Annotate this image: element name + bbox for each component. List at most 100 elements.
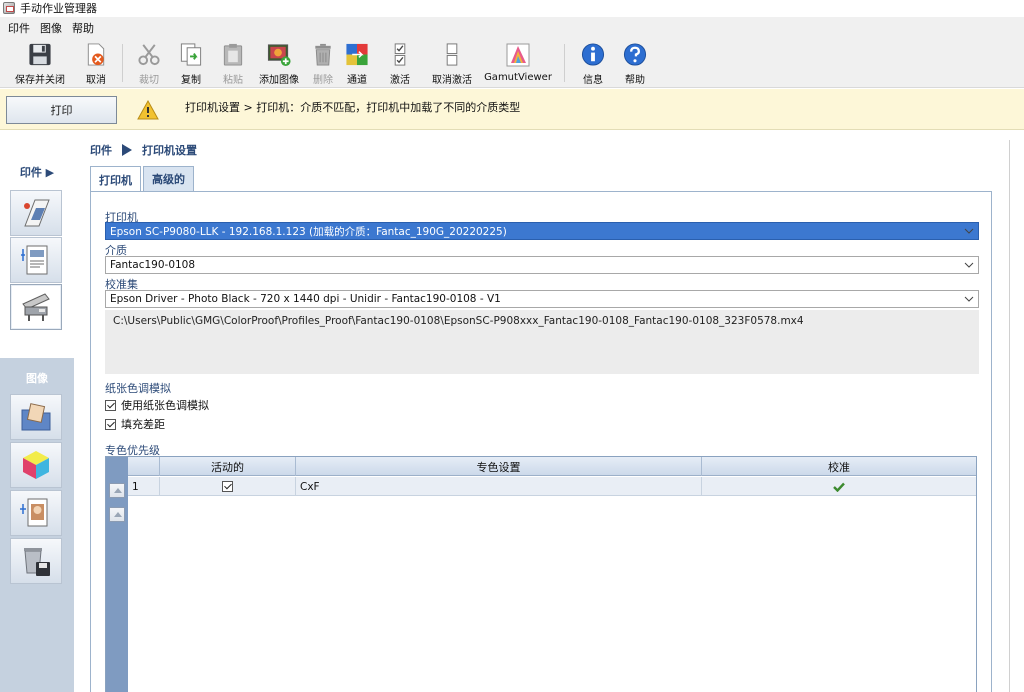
table-row[interactable]: 1 CxF (128, 477, 976, 496)
alert-bar: 打印 打印机设置 > 打印机：介质不匹配，打印机中加载了不同的介质类型 (0, 89, 1024, 130)
copy-icon (180, 43, 202, 66)
nav-section-image: 图像 (0, 358, 74, 692)
nav-printer-settings[interactable] (10, 284, 62, 330)
menu-image[interactable]: 图像 (35, 20, 67, 36)
floppy-disk-icon (29, 43, 51, 66)
nav-section-print: 印件 ▶ (0, 140, 74, 338)
toolbar: 保存并关闭 取消 裁切 复制 粘贴 添加图像 删除 通道 激活 取消激活 Gam… (0, 38, 1024, 88)
checkbox-unchecked-icon (446, 43, 458, 66)
move-up-secondary-button[interactable] (109, 507, 125, 522)
grid-header-spot-settings[interactable]: 专色设置 (296, 457, 702, 476)
move-up-button[interactable] (109, 483, 125, 498)
grid-row-gutter (106, 457, 128, 692)
nav-image-document[interactable] (10, 490, 62, 536)
vertical-scrollbar[interactable] (1009, 140, 1024, 692)
tab-advanced[interactable]: 高级的 (143, 166, 194, 191)
breadcrumb-current: 打印机设置 (142, 144, 197, 157)
gamut-viewer-icon (506, 43, 530, 67)
printer-icon (22, 293, 50, 321)
chevron-down-icon (964, 262, 974, 268)
printer-select[interactable]: Epson SC-P9080-LLK - 192.168.1.123 (加载的介… (105, 222, 979, 240)
tab-strip: 打印机 高级的 (90, 166, 196, 192)
calibration-select-value: Epson Driver - Photo Black - 720 x 1440 … (110, 293, 501, 305)
title-bar: 手动作业管理器 (0, 0, 1024, 16)
add-image-icon (267, 44, 291, 67)
help-icon (623, 43, 647, 66)
grid-header-active[interactable]: 活动的 (160, 457, 296, 476)
nav-section-image-label[interactable]: 图像 (0, 370, 74, 386)
grid-header-index (128, 457, 160, 476)
print-button[interactable]: 打印 (6, 96, 117, 124)
paper-tone-label: 纸张色调模拟 (105, 382, 171, 395)
checkbox-checked-icon[interactable] (222, 481, 233, 492)
help-button[interactable]: 帮助 (622, 42, 648, 86)
chevron-down-icon (964, 228, 974, 234)
tab-panel-printer: 打印机 Epson SC-P9080-LLK - 192.168.1.123 (… (90, 191, 992, 692)
nav-image-folder[interactable] (10, 394, 62, 440)
printer-select-value: Epson SC-P9080-LLK - 192.168.1.123 (加载的介… (110, 225, 507, 238)
nav-print-layout[interactable] (10, 190, 62, 236)
row-calibration-cell (702, 477, 976, 496)
use-paper-tone-checkbox[interactable]: 使用纸张色调模拟 (105, 397, 209, 413)
left-navigation: 印件 ▶ 图像 (0, 140, 74, 692)
profile-path-text: C:\Users\Public\GMG\ColorProof\Profiles_… (113, 315, 804, 327)
calibration-select[interactable]: Epson Driver - Photo Black - 720 x 1440 … (105, 290, 979, 308)
nav-section-print-label[interactable]: 印件 ▶ (0, 164, 74, 180)
activate-button[interactable]: 激活 (387, 42, 413, 86)
row-index: 1 (128, 477, 160, 496)
fill-margin-checkbox[interactable]: 填充差距 (105, 416, 165, 432)
toolbar-separator (122, 44, 123, 82)
spot-priority-grid: 活动的 专色设置 校准 1 CxF (105, 456, 977, 692)
media-select-value: Fantac190-0108 (110, 259, 196, 271)
checkbox-checked-icon (394, 43, 406, 66)
clipboard-icon (223, 43, 243, 66)
checkmark-icon (833, 482, 845, 492)
chevron-down-icon (964, 296, 974, 302)
print-layout-icon (24, 199, 50, 227)
cancel-document-icon (87, 43, 105, 66)
document-icon (21, 245, 48, 275)
portrait-document-icon (20, 498, 48, 527)
info-button[interactable]: 信息 (580, 42, 606, 86)
deactivate-button[interactable]: 取消激活 (432, 42, 472, 86)
alert-message: 打印机设置 > 打印机：介质不匹配，打印机中加载了不同的介质类型 (185, 101, 521, 114)
grid-header-calibration[interactable]: 校准 (702, 457, 976, 476)
add-image-button[interactable]: 添加图像 (258, 42, 300, 86)
app-icon (3, 2, 15, 14)
row-active-cell[interactable] (160, 477, 296, 496)
tab-printer[interactable]: 打印机 (90, 166, 141, 192)
breadcrumb-root[interactable]: 印件 (90, 142, 112, 158)
copy-button[interactable]: 复制 (178, 42, 204, 86)
profile-path-box: C:\Users\Public\GMG\ColorProof\Profiles_… (105, 310, 979, 374)
grid-header: 活动的 专色设置 校准 (128, 457, 976, 476)
channels-icon (346, 43, 368, 66)
menu-help[interactable]: 帮助 (67, 20, 99, 36)
paste-button[interactable]: 粘贴 (220, 42, 246, 86)
checkbox-checked-icon (105, 399, 116, 411)
cancel-button[interactable]: 取消 (82, 42, 110, 86)
trash-icon (315, 43, 331, 66)
checkbox-checked-icon (105, 418, 116, 430)
breadcrumb: 印件 打印机设置 (90, 142, 197, 158)
warning-icon (137, 100, 159, 120)
media-select[interactable]: Fantac190-0108 (105, 256, 979, 274)
scissors-icon (138, 44, 160, 66)
window-title: 手动作业管理器 (20, 2, 97, 15)
nav-color-cube[interactable] (10, 442, 62, 488)
main-panel: 印件 打印机设置 打印机 高级的 打印机 Epson SC-P9080-LLK … (90, 140, 992, 692)
menu-print[interactable]: 印件 (0, 20, 35, 36)
image-folder-icon (21, 403, 51, 431)
nav-image-save[interactable] (10, 538, 62, 584)
gamut-viewer-button[interactable]: GamutViewer (484, 42, 552, 86)
breadcrumb-arrow-icon (122, 144, 132, 156)
toolbar-separator (564, 44, 565, 82)
delete-button[interactable]: 删除 (310, 42, 336, 86)
nav-print-document[interactable] (10, 237, 62, 283)
info-icon (581, 43, 605, 66)
channels-button[interactable]: 通道 (344, 42, 370, 86)
menu-bar: 印件 图像 帮助 (0, 17, 1024, 38)
cut-button[interactable]: 裁切 (136, 42, 162, 86)
save-close-button[interactable]: 保存并关闭 (12, 42, 68, 86)
trash-save-icon (24, 548, 50, 576)
row-spot-setting: CxF (296, 477, 702, 496)
